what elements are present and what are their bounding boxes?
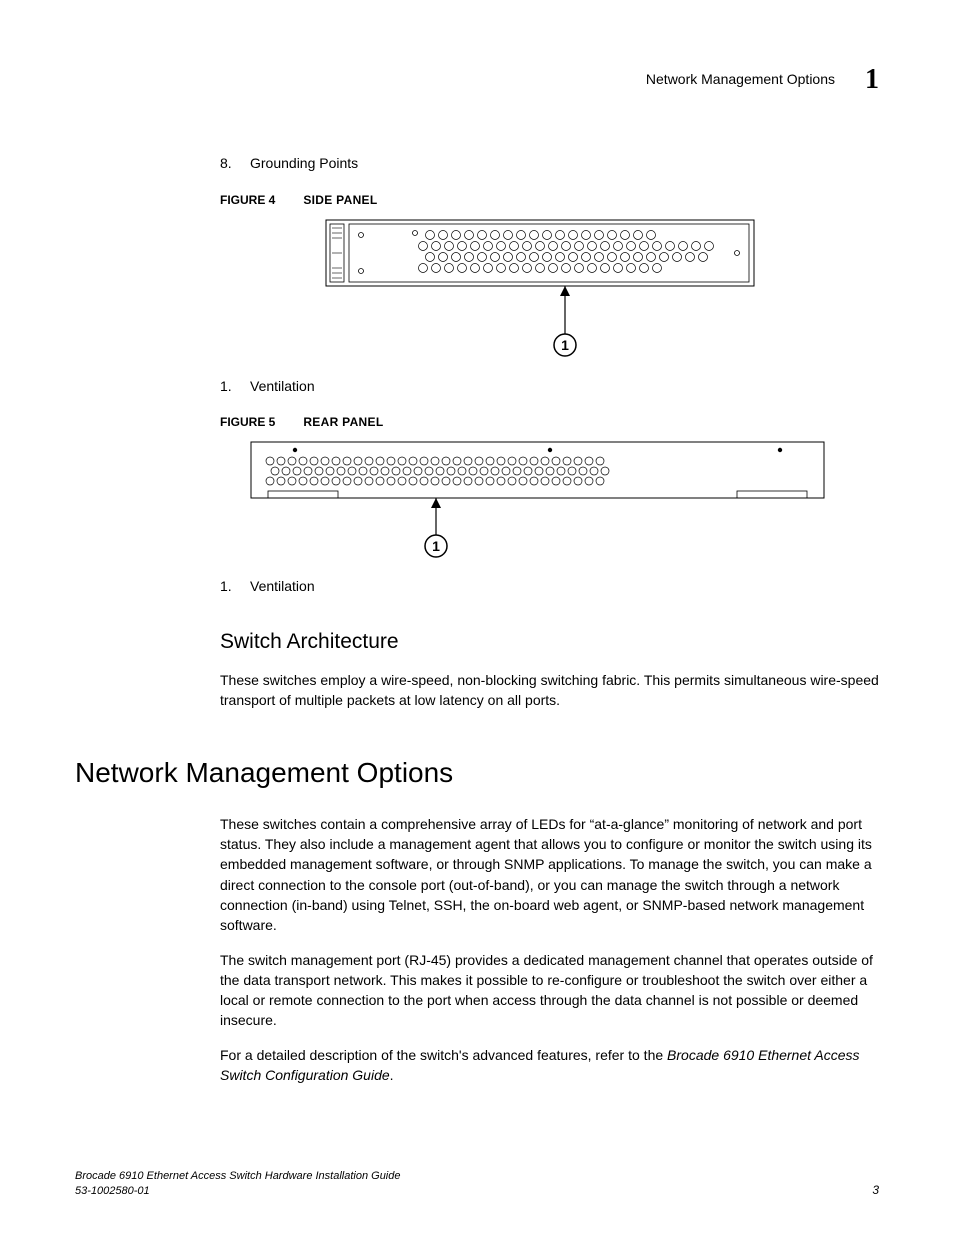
figure5-legend: 1. Ventilation bbox=[220, 577, 879, 597]
figure5-title: REAR PANEL bbox=[303, 414, 383, 431]
header-section-title: Network Management Options bbox=[646, 70, 835, 90]
figure4-callout-number: 1 bbox=[561, 337, 569, 353]
figure5-diagram: 1 bbox=[220, 441, 879, 559]
page-header: Network Management Options 1 bbox=[75, 60, 879, 99]
para3-pre: For a detailed description of the switch… bbox=[220, 1047, 667, 1063]
legend-text: Ventilation bbox=[250, 377, 315, 397]
list-text: Grounding Points bbox=[250, 154, 358, 174]
figure5-label: FIGURE 5 bbox=[220, 414, 275, 431]
figure4-label: FIGURE 4 bbox=[220, 192, 275, 209]
side-panel-svg: 1 bbox=[325, 219, 755, 359]
para-switch-architecture: These switches employ a wire-speed, non-… bbox=[220, 670, 879, 711]
para-network-1: These switches contain a comprehensive a… bbox=[220, 814, 879, 936]
figure5-caption: FIGURE 5 REAR PANEL bbox=[220, 414, 879, 431]
heading-network-management: Network Management Options bbox=[75, 753, 879, 792]
legend-number: 1. bbox=[220, 577, 238, 597]
figure4-legend: 1. Ventilation bbox=[220, 377, 879, 397]
legend-number: 1. bbox=[220, 377, 238, 397]
para3-post: . bbox=[390, 1067, 394, 1083]
header-chapter-number: 1 bbox=[865, 60, 879, 99]
para-network-3: For a detailed description of the switch… bbox=[220, 1045, 879, 1086]
figure5-callout-number: 1 bbox=[432, 538, 440, 554]
figure4-title: SIDE PANEL bbox=[303, 192, 377, 209]
footer-doc-number: 53-1002580-01 bbox=[75, 1184, 401, 1199]
legend-text: Ventilation bbox=[250, 577, 315, 597]
rear-panel-svg: 1 bbox=[250, 441, 825, 559]
heading-switch-architecture: Switch Architecture bbox=[220, 627, 879, 656]
footer-page-number: 3 bbox=[872, 1182, 879, 1199]
list-item-grounding: 8. Grounding Points bbox=[220, 154, 879, 174]
figure4-caption: FIGURE 4 SIDE PANEL bbox=[220, 192, 879, 209]
figure4-diagram: 1 bbox=[220, 219, 879, 359]
list-number: 8. bbox=[220, 154, 238, 174]
page-footer: Brocade 6910 Ethernet Access Switch Hard… bbox=[75, 1169, 879, 1199]
footer-doc-title: Brocade 6910 Ethernet Access Switch Hard… bbox=[75, 1169, 401, 1184]
para-network-2: The switch management port (RJ-45) provi… bbox=[220, 950, 879, 1031]
